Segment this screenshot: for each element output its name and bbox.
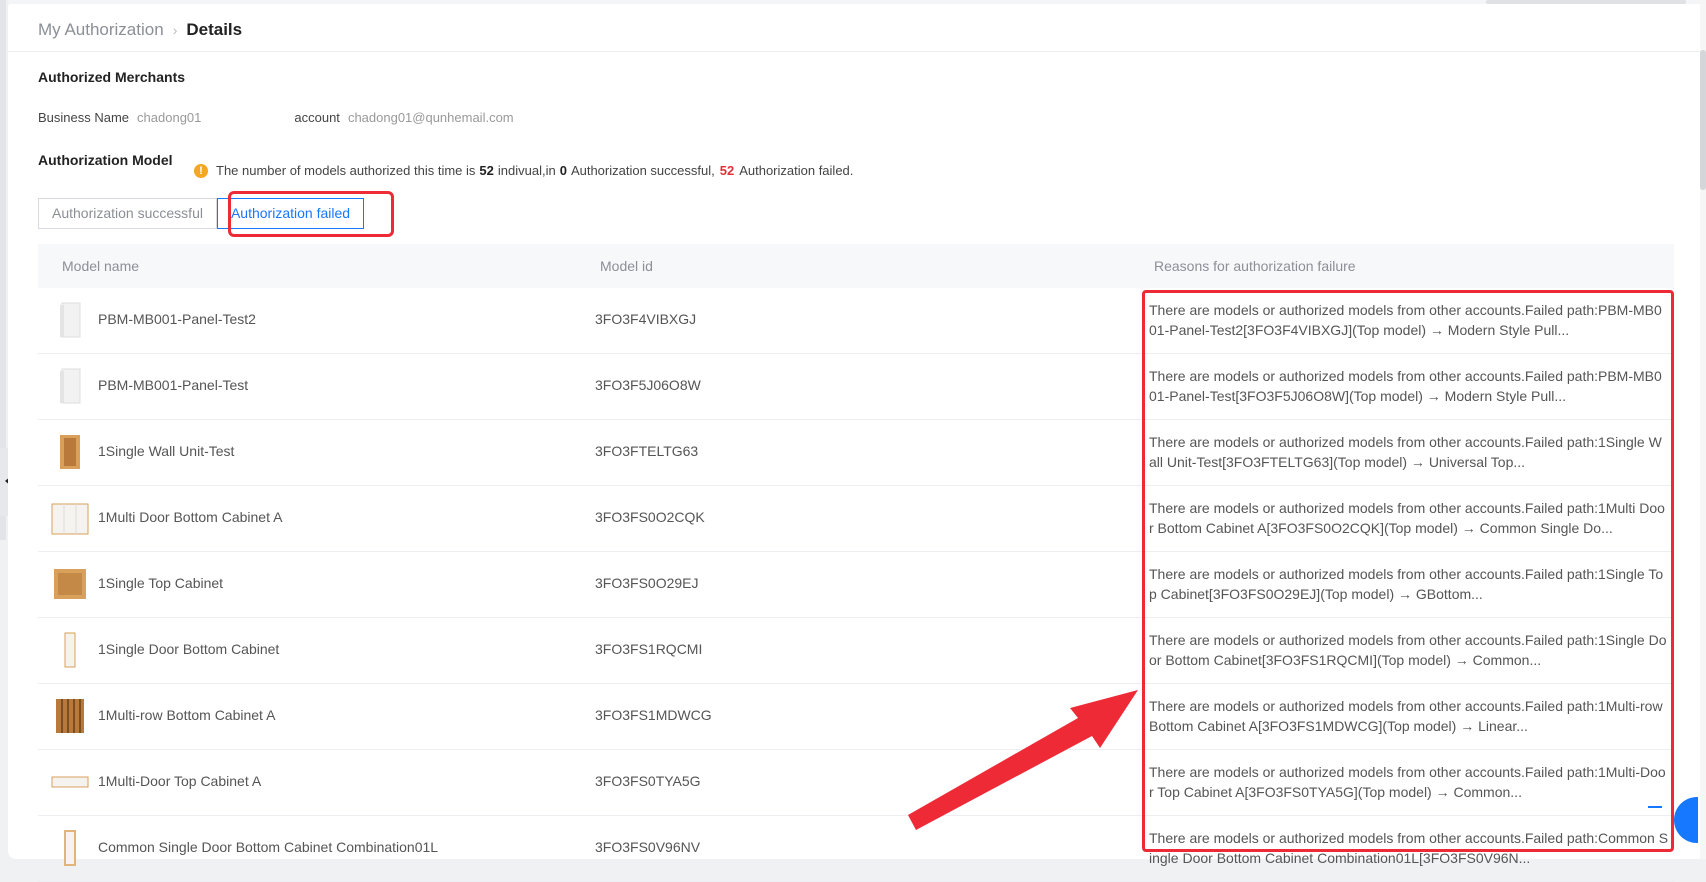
notice-total: 52 — [479, 163, 494, 178]
model-name: PBM-MB001-Panel-Test — [98, 377, 249, 393]
model-id: 3FO3F5J06O8W — [595, 377, 701, 393]
shelf-cabinet-icon — [56, 699, 84, 733]
breadcrumb-current: Details — [186, 20, 243, 39]
column-failure-reasons: Reasons for authorization failure — [1154, 258, 1356, 274]
top-shadow — [1486, 0, 1686, 4]
model-name: 1Multi-row Bottom Cabinet A — [98, 707, 276, 723]
model-id: 3FO3FS0TYA5G — [595, 773, 701, 789]
notice-suffix: Authorization failed. — [739, 163, 854, 178]
narrow-cabinet-icon — [64, 632, 76, 668]
model-id: 3FO3FS0O2CQK — [595, 509, 705, 525]
scrollbar-thumb[interactable] — [1700, 50, 1706, 190]
account-value: chadong01@qunhemail.com — [347, 110, 514, 125]
model-name: 1Single Top Cabinet — [98, 575, 224, 591]
model-id: 3FO3FS0V96NV — [595, 839, 701, 855]
fab-dash — [1648, 806, 1662, 808]
merchant-info: Business Name chadong01 account chadong0… — [38, 110, 514, 125]
authorization-notice: ! The number of models authorized this t… — [194, 163, 853, 178]
model-id: 3FO3FS0O29EJ — [595, 575, 699, 591]
tab-authorization-successful[interactable]: Authorization successful — [38, 198, 217, 229]
notice-prefix: The number of models authorized this tim… — [216, 163, 476, 178]
breadcrumb: My Authorization › Details — [38, 20, 242, 40]
column-model-name: Model name — [62, 258, 140, 274]
model-id: 3FO3FS1MDWCG — [595, 707, 712, 723]
business-name-label: Business Name — [38, 110, 130, 125]
model-name: 1Single Wall Unit-Test — [98, 443, 235, 459]
flat-cabinet-icon — [51, 776, 89, 788]
business-name-value: chadong01 — [137, 110, 202, 125]
account-label: account — [294, 110, 340, 125]
white-cabinet-icon — [51, 503, 89, 535]
tall-cabinet-icon — [64, 830, 76, 866]
notice-failed-count: 52 — [719, 163, 735, 178]
model-name: 1Multi Door Bottom Cabinet A — [98, 509, 283, 525]
annotation-arrow-icon — [908, 690, 1138, 830]
panel-white-icon — [60, 302, 81, 338]
model-id: 3FO3FS1RQCMI — [595, 641, 703, 657]
column-model-id: Model id — [600, 258, 653, 274]
model-id: 3FO3FTELTG63 — [595, 443, 699, 459]
warning-icon: ! — [194, 163, 208, 178]
model-name: Common Single Door Bottom Cabinet Combin… — [98, 839, 439, 855]
highlight-box-failed-tab — [228, 191, 394, 237]
wood-cabinet-icon — [60, 435, 80, 469]
notice-success-count: 0 — [559, 163, 567, 178]
model-name: 1Single Door Bottom Cabinet — [98, 641, 280, 657]
panel-white-icon — [60, 368, 81, 404]
notice-mid2: Authorization successful, — [570, 163, 715, 178]
header-divider — [8, 51, 1706, 52]
table-header: Model name Model id Reasons for authoriz… — [38, 244, 1674, 288]
details-card: My Authorization › Details Authorized Me… — [8, 0, 1706, 882]
page-scrollbar[interactable] — [1700, 0, 1706, 859]
highlight-box-failure-reasons — [1142, 290, 1674, 852]
authorization-model-title: Authorization Model — [38, 152, 173, 168]
breadcrumb-separator-icon: › — [172, 22, 178, 38]
top-border — [8, 0, 1706, 4]
wood-box-icon — [54, 569, 86, 599]
notice-mid1: indivual,in — [497, 163, 556, 178]
breadcrumb-my-authorization[interactable]: My Authorization — [38, 20, 164, 40]
model-name: 1Multi-Door Top Cabinet A — [98, 773, 262, 789]
model-id: 3FO3F4VIBXGJ — [595, 311, 697, 327]
authorized-merchants-title: Authorized Merchants — [38, 69, 186, 85]
model-name: PBM-MB001-Panel-Test2 — [98, 311, 256, 327]
help-float-button[interactable] — [1674, 797, 1698, 843]
